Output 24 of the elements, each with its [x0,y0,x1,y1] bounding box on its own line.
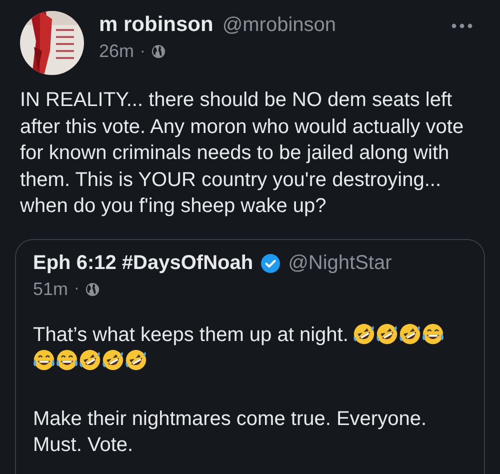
crying-laughing-face-icon [422,322,444,344]
author-handle[interactable]: @mrobinson [222,14,336,36]
author-handle[interactable]: @NightStar [288,252,392,274]
author-name[interactable]: m robinson [99,13,214,37]
crying-laughing-face-icon [33,348,55,370]
laughing-face-icon [79,348,101,370]
quoted-text: That’s what keeps them up at night. [33,324,348,346]
laughing-face-icon [125,348,147,370]
author-name[interactable]: Eph 6:12 #DaysOfNoah [33,252,254,274]
globe-icon [85,282,100,296]
post-text: IN REALITY... there should be NO dem seats left after this vote. Any moron who would actually vote for known criminals needs to be jailed along with them. This is YOUR country you're destroying... when do you f'ing sheep wake up? [20,88,465,219]
laughing-face-icon [376,322,398,344]
laughing-face-icon [353,322,376,344]
quoted-post[interactable]: Eph 6:12 #DaysOfNoah @NightStar 51m · That’s what keeps them up at night. Make their nightmares come true. Everyone. Must. Vote. [15,238,485,474]
crying-laughing-face-icon [56,348,78,370]
separator-dot: · [74,280,80,298]
globe-icon [151,44,166,59]
laughing-face-icon [399,322,422,344]
quoted-text: Make their nightmares come true. Everyone. Must. Vote. [33,408,427,456]
post-time: 26m [99,41,134,62]
laughing-face-icon [102,348,124,370]
more-icon[interactable] [451,23,473,29]
post-time: 51m [33,278,68,300]
separator-dot: · [140,42,146,60]
